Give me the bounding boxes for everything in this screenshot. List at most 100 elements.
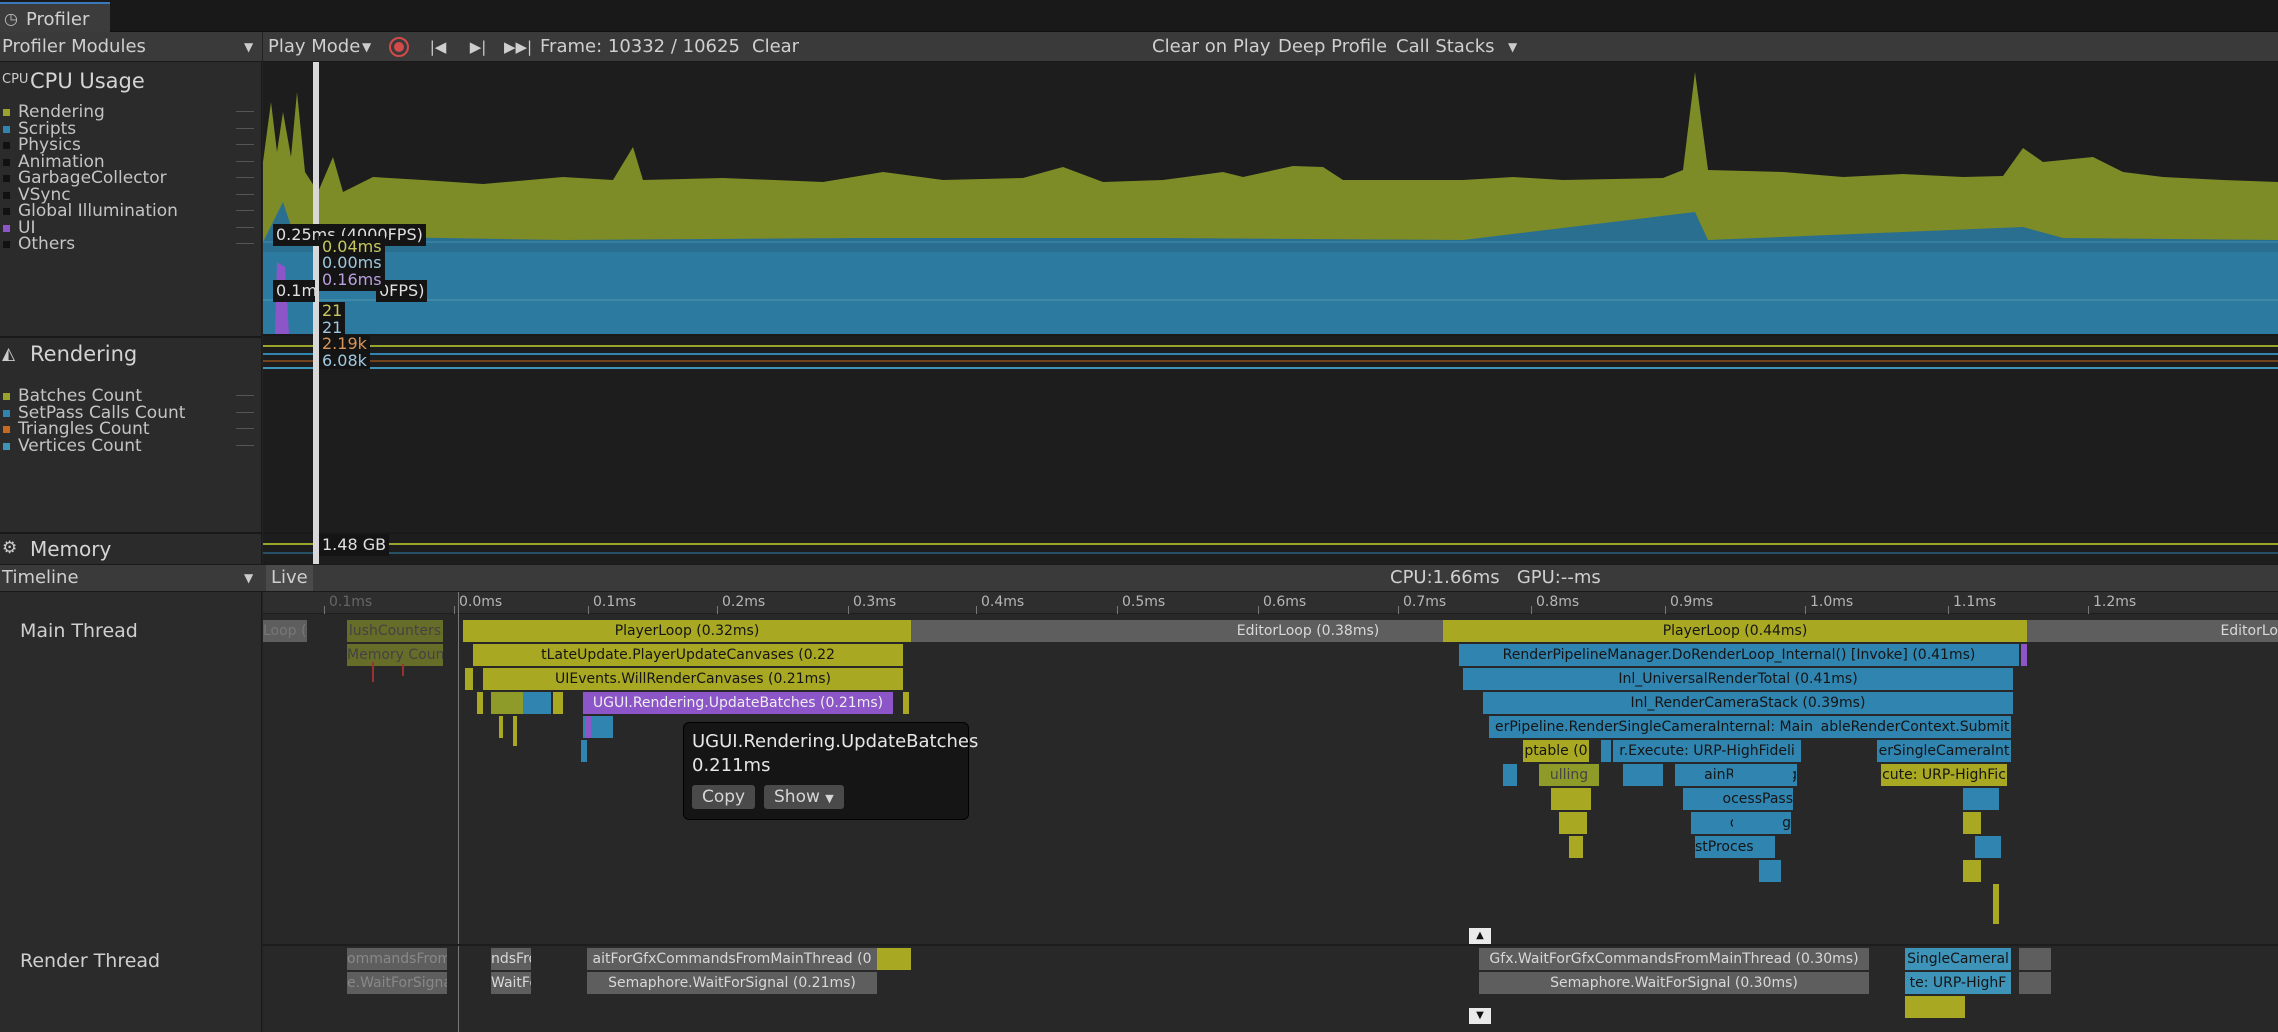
wait-gfx-sample[interactable]: aitForGfxCommandsFromMainThread (0 [587,948,877,970]
clear-button[interactable]: Clear [746,32,805,62]
timeline-view[interactable]: 0.1ms 0.0ms 0.1ms 0.2ms 0.3ms 0.4ms 0.5ms 0.6ms… [263,592,2278,1032]
view-mode-dropdown[interactable]: Timeline ▼ [0,565,262,591]
memory-chart[interactable] [263,543,2278,554]
deep-profile-toggle[interactable]: Deep Profile [1272,32,1393,62]
context-submit-sample[interactable]: ableRenderContext.Submit [1819,716,2011,738]
flush-counters-sample[interactable]: lushCounters [347,620,443,642]
small-sample[interactable] [491,692,541,714]
main-thread-label[interactable]: Main Thread [20,620,138,642]
timeline-toolbar: Timeline ▼ Live CPU:1.66ms GPU:--ms [0,564,2278,592]
loop-sample[interactable]: Loop (0.1 [263,620,307,642]
small-sample[interactable] [1759,860,1781,882]
chevron-down-icon: ▼ [244,40,254,54]
rendering-series-value: 21 [319,318,346,336]
profiler-modules-dropdown[interactable]: Profiler Modules ▼ [0,32,262,62]
ruler-tick-label: 0.8ms [1536,594,1580,610]
thread-list: Main Thread Render Thread [0,592,262,1032]
call-stacks-dropdown[interactable]: Call Stacks ▼ [1392,32,1526,62]
step-forward-button[interactable]: ▶| [460,32,496,62]
render-sample[interactable] [2019,948,2051,970]
ruler-tick-label: 0.3ms [853,594,897,610]
tooltip-duration: 0.211ms [692,755,771,776]
record-button[interactable] [382,32,416,62]
drag-handle-icon[interactable] [236,395,254,396]
render-sample[interactable] [1905,996,1965,1018]
rendering-legend-item[interactable]: Vertices Count [18,436,142,456]
render-sample[interactable] [877,948,911,970]
urp-total-sample[interactable]: Inl_UniversalRenderTotal (0.41ms) [1463,668,2013,690]
ptable-sample[interactable]: ptable (0 [1523,740,1589,762]
divider [0,336,262,338]
culling-sample[interactable]: ulling [1539,764,1599,786]
current-frame-button[interactable]: ▶▶| [500,32,536,62]
ruler-tick-label: 1.2ms [2093,594,2137,610]
urp-execute-sample-2[interactable]: cute: URP-HighFic [1881,764,2007,786]
drag-handle-icon[interactable] [236,411,254,413]
drag-handle-icon[interactable] [236,160,254,162]
render-sample[interactable] [2019,972,2051,994]
drag-handle-icon[interactable] [236,428,254,429]
live-toggle[interactable]: Live [266,565,313,591]
rendering-legend-swatch [3,442,10,450]
render-single-camera-sample-2[interactable]: erSingleCameraInt [1877,740,2011,762]
wait-signal-sample[interactable]: e.WaitForSignal [347,972,447,994]
drag-handle-icon[interactable] [236,444,254,446]
render-single-camera-sample[interactable]: SingleCameral [1905,948,2011,970]
drag-handle-icon[interactable] [236,177,254,178]
urp-execute-sample[interactable]: r.Execute: URP-HighFideli [1613,740,1801,762]
drag-handle-icon[interactable] [236,127,254,129]
late-update-sample[interactable]: tLateUpdate.PlayerUpdateCanvases (0.22 [473,644,903,666]
wait-signal-sample[interactable]: WaitFor [491,972,531,994]
process-pass-sample[interactable]: ocessPass [1683,788,1793,810]
wait-gfx-sample[interactable]: Gfx.WaitForGfxCommandsFromMainThread (0.… [1479,948,1869,970]
render-single-camera-sample[interactable]: erPipeline.RenderSingleCameraInternal: M… [1489,716,1819,738]
processing-sample[interactable]: ocessing [1691,812,1791,834]
clear-on-play-toggle[interactable]: Clear on Play [1146,32,1276,62]
rendering-legend-swatch [3,393,10,400]
call-stacks-label: Call Stacks [1396,36,1495,57]
drag-handle-icon[interactable] [236,144,254,145]
editor-loop-sample[interactable]: EditorLo [2027,620,2278,642]
post-process-sample[interactable]: stProces [1695,836,1775,858]
cpu-series-value: 0.16ms [319,269,385,291]
render-thread-label[interactable]: Render Thread [20,950,160,972]
update-batches-sample[interactable]: UGUI.Rendering.UpdateBatches (0.21ms) [583,692,893,714]
cpu-legend-item[interactable]: Global Illumination [18,201,178,221]
urp-execute-sample[interactable]: te: URP-HighF [1905,972,2011,994]
drag-handle-icon[interactable] [236,111,254,112]
camera-stack-sample[interactable]: Inl_RenderCameraStack (0.39ms) [1483,692,2013,714]
expand-down-icon[interactable]: ▼ [1469,1008,1491,1024]
collapse-up-icon[interactable]: ▲ [1469,928,1491,944]
drag-handle-icon[interactable] [236,193,254,195]
wait-gfx-sample[interactable]: ommandsFromMa [347,948,447,970]
cpu-module-title: CPU Usage [30,69,145,93]
time-ruler[interactable]: 0.1ms 0.0ms 0.1ms 0.2ms 0.3ms 0.4ms 0.5ms 0.6ms… [263,592,2278,614]
ruler-tick-line [588,606,589,614]
profiler-tab[interactable]: ◷ Profiler [0,2,110,32]
previous-frame-icon: |◀ [429,38,447,56]
show-dropdown[interactable]: Show ▼ [764,785,844,809]
wait-signal-sample[interactable]: Semaphore.WaitForSignal (0.30ms) [1479,972,1869,994]
render-pipeline-sample[interactable]: RenderPipelineManager.DoRenderLoop_Inter… [1459,644,2019,666]
wait-signal-sample[interactable]: Semaphore.WaitForSignal (0.21ms) [587,972,877,994]
drag-handle-icon[interactable] [236,243,254,244]
drag-handle-icon[interactable] [236,210,254,211]
memory-counters-sample[interactable]: Memory Coun [347,644,443,666]
chevron-down-icon: ▼ [1508,40,1518,54]
drag-handle-icon[interactable] [236,226,254,228]
step-back-button[interactable]: |◀ [420,32,456,62]
rendering-chart[interactable] [263,345,2278,369]
ruler-tick-label: 0.5ms [1122,594,1166,610]
player-loop-sample[interactable]: PlayerLoop (0.44ms) [1443,620,2027,642]
module-charts[interactable]: 0.25ms (4000FPS) 0.1m 0FPS) 0.04ms 0.00ms… [263,62,2278,564]
copy-button[interactable]: Copy [692,785,756,809]
play-mode-dropdown[interactable]: Play Mode ▼ [264,32,378,62]
player-loop-sample[interactable]: PlayerLoop (0.32ms) [463,620,911,642]
cpu-usage-chart[interactable] [263,62,2278,564]
ruler-tick-line [2088,606,2089,614]
will-render-canvases-sample[interactable]: UIEvents.WillRenderCanvases (0.21ms) [483,668,903,690]
cpu-legend-item[interactable]: Others [18,234,75,254]
cpu-legend-swatch [3,142,10,149]
wait-gfx-sample[interactable]: ndsFron [491,948,531,970]
main-rendering-sample[interactable]: ainRendering [1675,764,1797,786]
